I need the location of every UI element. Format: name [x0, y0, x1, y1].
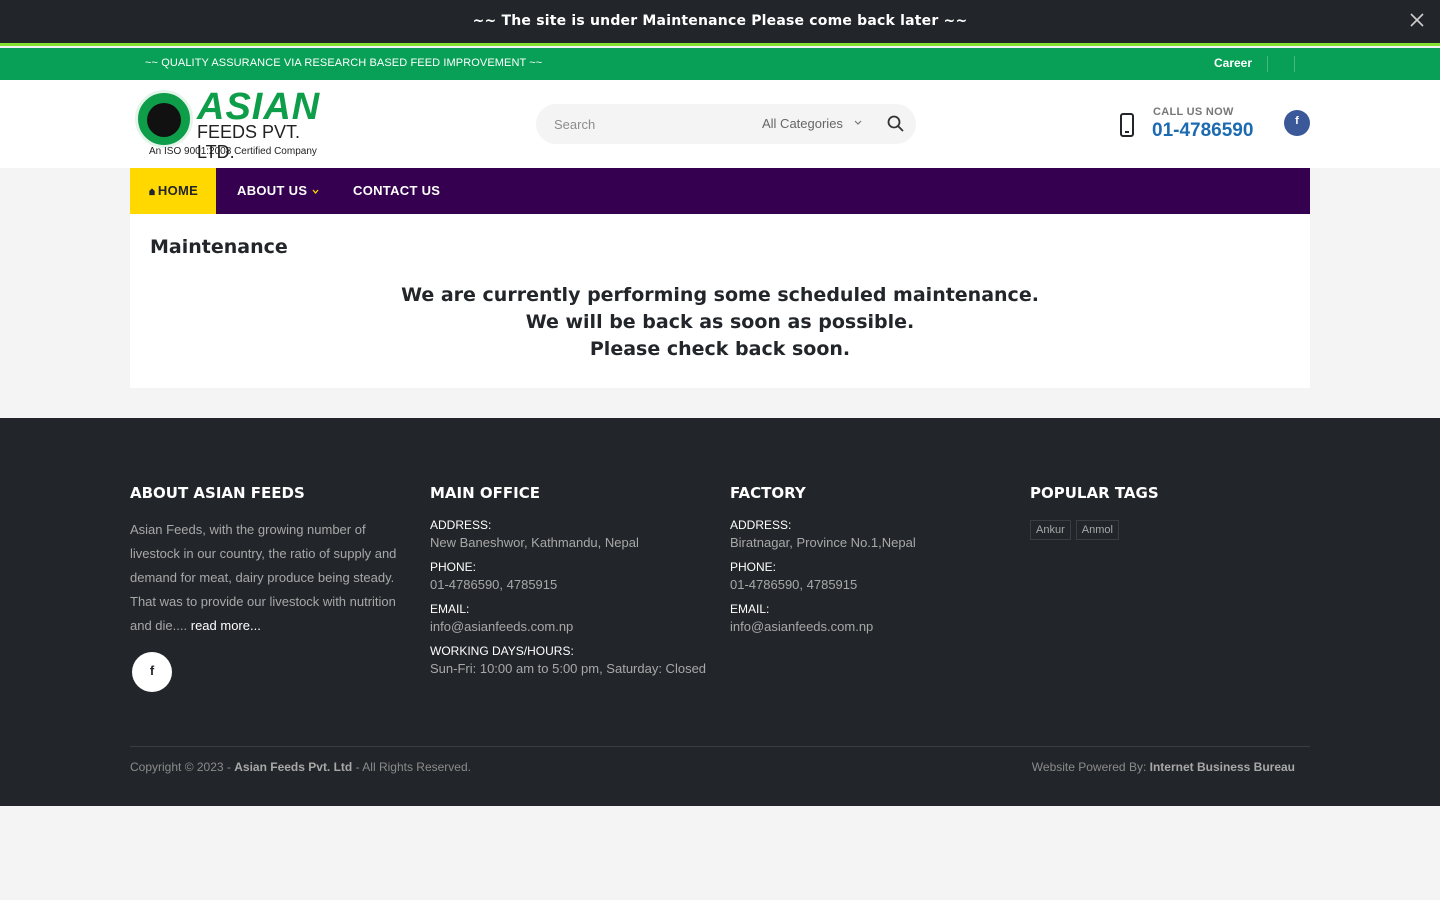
facebook-button[interactable]: f [1284, 110, 1310, 136]
factory-heading: FACTORY [730, 484, 806, 502]
tagline: ~~ QUALITY ASSURANCE VIA RESEARCH BASED … [145, 57, 543, 69]
main-office-hours: Sun-Fri: 10:00 am to 5:00 pm, Saturday: … [430, 661, 707, 676]
maintenance-message-line-3: Please check back soon. [589, 338, 851, 360]
top-bar: ~~ QUALITY ASSURANCE VIA RESEARCH BASED … [0, 48, 1440, 80]
chevron-down-icon [312, 189, 319, 194]
home-icon [149, 188, 155, 196]
page-title: Maintenance [150, 236, 288, 258]
maintenance-message-line-1: We are currently performing some schedul… [401, 284, 1039, 306]
nav-about-label: ABOUT US [237, 183, 308, 198]
footer-about-column: ABOUT ASIAN FEEDS Asian Feeds, with the … [130, 484, 410, 638]
main-office-email-label: EMAIL: [430, 602, 470, 616]
footer: ABOUT ASIAN FEEDS Asian Feeds, with the … [0, 418, 1440, 806]
nav-home-label: HOME [157, 183, 199, 198]
search-icon[interactable] [886, 114, 906, 134]
popular-tags-heading: POPULAR TAGS [1030, 484, 1159, 502]
maintenance-message-line-2: We will be back as soon as possible. [525, 311, 915, 333]
header: ASIAN FEEDS PVT. LTD. An ISO 9001:2008 C… [0, 80, 1440, 168]
footer-about-body: Asian Feeds, with the growing number of … [130, 522, 397, 633]
main-content: Maintenance We are currently performing … [130, 214, 1310, 388]
logo-emblem [135, 90, 193, 148]
main-office-email[interactable]: info@asianfeeds.com.np [430, 619, 706, 634]
powered-by: Website Powered By: Internet Business Bu… [1032, 760, 1295, 774]
nav-item-about[interactable]: ABOUT US [237, 168, 319, 214]
powered-by-prefix: Website Powered By: [1031, 760, 1150, 774]
logo-name: ASIAN [197, 86, 321, 128]
nav-item-contact[interactable]: CONTACT US [353, 168, 440, 214]
category-select[interactable]: All Categories [762, 116, 843, 131]
maintenance-notice-bar: ~~ The site is under Maintenance Please … [0, 0, 1440, 46]
factory-email[interactable]: info@asianfeeds.com.np [730, 619, 916, 634]
read-more-link[interactable]: read more... [191, 618, 261, 633]
copyright: Copyright © 2023 - Asian Feeds Pvt. Ltd … [130, 760, 471, 774]
logo[interactable]: ASIAN FEEDS PVT. LTD. An ISO 9001:2008 C… [135, 86, 330, 162]
tag-ankur[interactable]: Ankur [1030, 520, 1071, 540]
main-office-address: New Baneshwor, Kathmandu, Nepal [430, 535, 639, 550]
footer-main-office-column: MAIN OFFICE ADDRESS: New Baneshwor, Kath… [430, 484, 706, 676]
close-icon[interactable] [1408, 11, 1426, 29]
main-office-address-label: ADDRESS: [430, 518, 492, 532]
logo-certification: An ISO 9001:2008 Certified Company [149, 146, 317, 157]
career-link[interactable]: Career [1214, 56, 1252, 70]
main-office-heading: MAIN OFFICE [430, 484, 540, 502]
facebook-icon: f [1295, 115, 1299, 127]
factory-address-label: ADDRESS: [730, 518, 792, 532]
main-office-phone: 01-4786590, 4785915 [430, 577, 558, 592]
main-nav: HOME ABOUT US CONTACT US [130, 168, 1310, 214]
factory-address: Biratnagar, Province No.1,Nepal [730, 535, 916, 550]
maintenance-notice-text: ~~ The site is under Maintenance Please … [472, 13, 968, 29]
main-office-hours-label: WORKING DAYS/HOURS: [430, 644, 574, 658]
company-name: Asian Feeds Pvt. Ltd [234, 760, 353, 774]
footer-factory-column: FACTORY ADDRESS: Biratnagar, Province No… [730, 484, 916, 634]
factory-phone-label: PHONE: [730, 560, 777, 574]
footer-facebook-button[interactable]: f [132, 652, 172, 692]
main-office-phone-label: PHONE: [430, 560, 477, 574]
copyright-prefix: Copyright © 2023 - [130, 760, 235, 774]
footer-about-heading: ABOUT ASIAN FEEDS [130, 484, 305, 502]
tag-anmol[interactable]: Anmol [1075, 520, 1119, 540]
copyright-suffix: - All Rights Reserved. [352, 760, 471, 774]
topbar-divider [1267, 56, 1295, 72]
footer-tags-column: POPULAR TAGS Ankur Anmol [1030, 484, 1159, 540]
factory-email-label: EMAIL: [730, 602, 770, 616]
factory-phone: 01-4786590, 4785915 [730, 577, 858, 592]
facebook-icon: f [149, 663, 155, 678]
footer-about-text: Asian Feeds, with the growing number of … [130, 518, 410, 638]
chevron-down-icon[interactable] [854, 117, 862, 129]
cow-icon [147, 103, 181, 137]
phone-icon [1120, 113, 1134, 137]
search-bar: All Categories [536, 104, 916, 144]
footer-divider [130, 746, 1310, 747]
phone-number[interactable]: 01-4786590 [1152, 120, 1253, 142]
powered-by-link[interactable]: Internet Business Bureau [1150, 760, 1295, 774]
nav-item-home[interactable]: HOME [130, 168, 216, 214]
call-us-label: CALL US NOW [1153, 106, 1234, 118]
search-input[interactable] [554, 104, 754, 144]
